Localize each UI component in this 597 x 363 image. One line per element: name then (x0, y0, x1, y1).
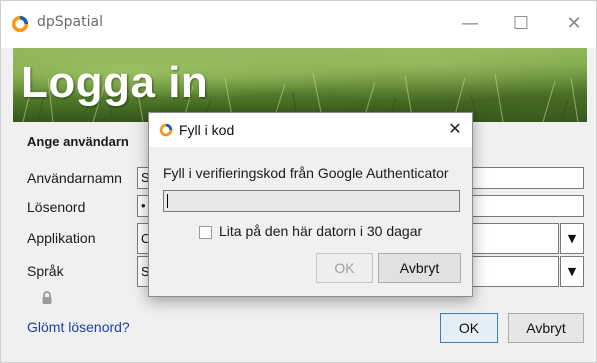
app-logo-icon (11, 15, 29, 33)
dialog-title-bar[interactable]: Fyll i kod ✕ (149, 113, 472, 147)
dialog-prompt: Fyll i verifieringskod från Google Authe… (163, 165, 449, 181)
form-heading: Ange användarn (27, 134, 129, 149)
trust-computer-label[interactable]: Lita på den här datorn i 30 dagar (219, 223, 422, 239)
verification-code-dialog: Fyll i kod ✕ Fyll i verifieringskod från… (148, 112, 473, 297)
application-label: Applikation (27, 230, 96, 246)
language-dropdown-arrow[interactable]: ▼ (560, 256, 584, 287)
grass-banner-image: Logga in (13, 48, 587, 122)
main-window: dpSpatial — ☐ ✕ Logga in Ange användarn … (0, 0, 597, 363)
application-dropdown-arrow[interactable]: ▼ (560, 223, 584, 254)
forgot-password-link[interactable]: Glömt lösenord? (27, 319, 130, 335)
trust-computer-checkbox[interactable] (199, 226, 212, 239)
lock-icon (42, 291, 52, 304)
username-label: Användarnamn (27, 170, 122, 186)
login-ok-button[interactable]: OK (440, 313, 498, 343)
close-button[interactable]: ✕ (559, 11, 589, 37)
maximize-button[interactable]: ☐ (506, 11, 536, 37)
login-heading: Logga in (21, 58, 209, 107)
dialog-cancel-button[interactable]: Avbryt (378, 253, 461, 283)
text-caret (167, 194, 168, 208)
dialog-title: Fyll i kod (179, 122, 235, 138)
verification-code-input[interactable] (163, 190, 460, 212)
dialog-close-icon[interactable]: ✕ (444, 117, 466, 141)
title-bar[interactable]: dpSpatial — ☐ ✕ (1, 1, 596, 48)
password-label: Lösenord (27, 199, 86, 215)
login-cancel-button[interactable]: Avbryt (508, 313, 584, 343)
dialog-ok-button[interactable]: OK (316, 253, 373, 283)
language-label: Språk (27, 263, 64, 279)
minimize-button[interactable]: — (455, 11, 485, 37)
window-title: dpSpatial (37, 14, 103, 30)
dialog-app-logo-icon (159, 123, 173, 137)
